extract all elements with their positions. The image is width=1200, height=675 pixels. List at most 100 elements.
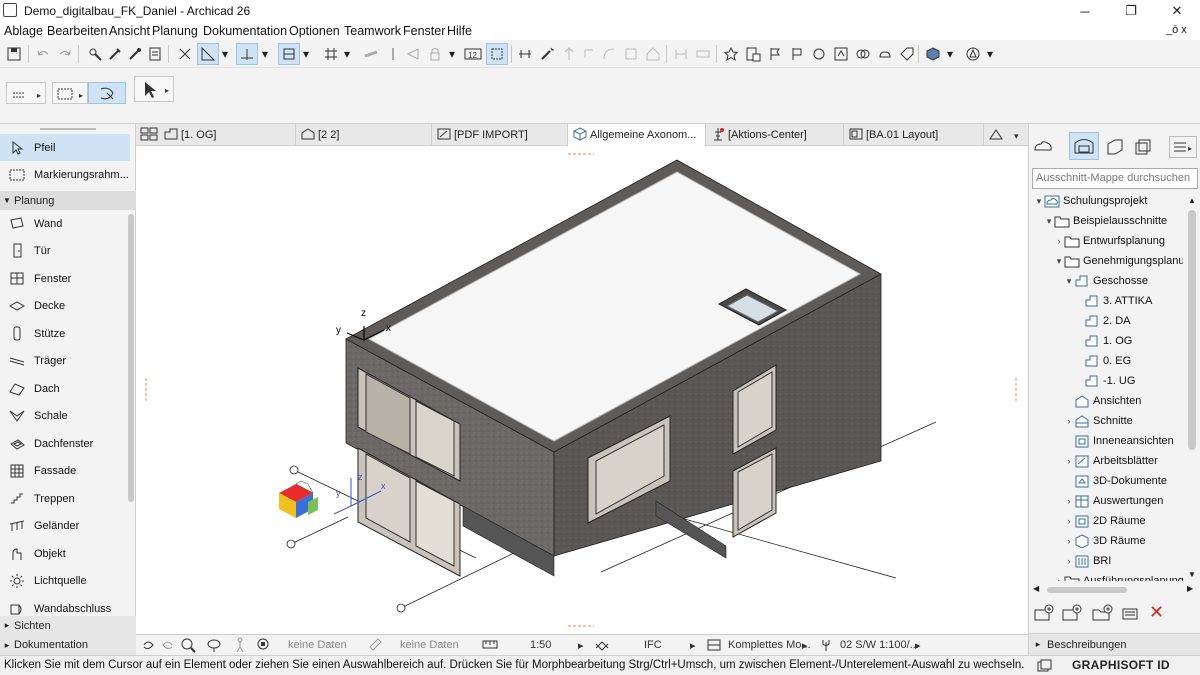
dropdown-arrow-icon[interactable]: ▾ bbox=[341, 43, 353, 65]
dropdown-arrow-icon[interactable]: ▾ bbox=[984, 43, 996, 65]
selection-method-dropdown[interactable]: ▸ bbox=[6, 82, 46, 104]
tool-slab[interactable]: Decke bbox=[0, 293, 130, 320]
layer-combo-value[interactable]: keine Daten bbox=[288, 639, 347, 651]
tree-item[interactable]: › Entwurfsplanung bbox=[1054, 231, 1165, 251]
redo-view-icon[interactable] bbox=[160, 637, 176, 656]
menu-ansicht[interactable]: Ansicht bbox=[109, 24, 150, 38]
scroll-thumb[interactable] bbox=[1188, 210, 1196, 450]
quick-selection-button[interactable] bbox=[88, 82, 126, 104]
dropdown-arrow-icon[interactable]: ▸ bbox=[690, 639, 696, 652]
menu-fenster[interactable]: Fenster bbox=[403, 24, 445, 38]
collapse-arrow-icon[interactable]: ▾ bbox=[1064, 276, 1074, 287]
rotate-icon[interactable] bbox=[578, 43, 600, 65]
distribute-icon[interactable] bbox=[670, 43, 692, 65]
tag-icon[interactable] bbox=[896, 43, 918, 65]
group-sichten[interactable]: ▸ Sichten bbox=[0, 616, 136, 635]
tree-item[interactable]: › 2D Räume bbox=[1064, 511, 1146, 531]
fit-icon[interactable] bbox=[256, 637, 272, 656]
menu-bearbeiten[interactable]: Bearbeiten bbox=[47, 24, 107, 38]
tree-scrollbar[interactable]: ▲ ▼ bbox=[1185, 194, 1199, 584]
windows-icon[interactable] bbox=[1036, 658, 1052, 675]
collapse-arrow-icon[interactable]: ▾ bbox=[1054, 256, 1064, 267]
menu-ablage[interactable]: Ablage bbox=[4, 24, 43, 38]
expand-arrow-icon[interactable]: › bbox=[1064, 516, 1074, 526]
navigator-menu-icon[interactable]: ▸ bbox=[1169, 136, 1197, 158]
tree-item[interactable]: 3D-Dokumente bbox=[1064, 471, 1167, 491]
tab-section-2-2[interactable]: [2 2] bbox=[296, 124, 432, 146]
group-planung[interactable]: ▼ Planung bbox=[0, 191, 136, 210]
flag-icon[interactable] bbox=[764, 43, 786, 65]
delete-icon[interactable]: ✕ bbox=[1149, 602, 1164, 623]
arrow-cursor-button[interactable]: ▸ bbox=[134, 76, 174, 102]
expand-arrow-icon[interactable]: › bbox=[1064, 416, 1074, 426]
scroll-right-icon[interactable]: ▶ bbox=[1187, 584, 1193, 593]
dropdown-arrow-icon[interactable]: ▸ bbox=[915, 639, 921, 652]
connect-icon[interactable] bbox=[514, 43, 536, 65]
tool-curtainwall[interactable]: Fassade bbox=[0, 458, 130, 485]
tree-item[interactable]: Inneneansichten bbox=[1064, 431, 1174, 451]
expand-arrow-icon[interactable]: › bbox=[1064, 536, 1074, 546]
expand-arrow-icon[interactable]: › bbox=[1064, 496, 1074, 506]
3d-view-icon[interactable] bbox=[922, 43, 944, 65]
settings-view-icon[interactable] bbox=[1121, 606, 1139, 625]
select-element-icon[interactable] bbox=[486, 43, 508, 65]
save-icon[interactable] bbox=[3, 43, 25, 65]
pick-up-icon[interactable] bbox=[84, 43, 106, 65]
walk-icon[interactable] bbox=[232, 637, 248, 656]
renovation-filter-value[interactable]: keine Daten bbox=[400, 639, 459, 651]
grid-icon[interactable] bbox=[320, 43, 342, 65]
new-clone-folder-icon[interactable] bbox=[1033, 604, 1055, 625]
view-map-icon[interactable] bbox=[1069, 132, 1099, 160]
restore-button[interactable]: ❐ bbox=[1108, 0, 1154, 22]
tree-item[interactable]: ▾ Genehmigungsplanun bbox=[1054, 251, 1183, 271]
marquee-type-dropdown[interactable]: ▸ bbox=[52, 82, 88, 104]
tree-item[interactable]: 0. EG bbox=[1074, 351, 1131, 371]
minimize-button[interactable]: ─ bbox=[1062, 0, 1108, 22]
tool-window[interactable]: Fenster bbox=[0, 265, 130, 292]
zoom-icon[interactable] bbox=[180, 637, 196, 656]
tree-item[interactable]: › Auswertungen bbox=[1064, 491, 1163, 511]
publish-icon[interactable] bbox=[830, 43, 852, 65]
document-window-controls[interactable]: _ō x bbox=[1166, 24, 1187, 36]
layer-combo-icon[interactable] bbox=[368, 637, 382, 654]
tab-1-og[interactable]: [1. OG] bbox=[136, 124, 296, 146]
tool-railing[interactable]: Geländer bbox=[0, 513, 130, 540]
tool-door[interactable]: Tür bbox=[0, 238, 130, 265]
tree-item[interactable]: › Schnitte bbox=[1064, 411, 1133, 431]
tool-marquee[interactable]: Markierungsrahm... bbox=[0, 161, 130, 188]
house-outline-icon[interactable] bbox=[642, 43, 664, 65]
scroll-left-icon[interactable]: ◀ bbox=[1033, 584, 1039, 593]
tree-item[interactable]: › Ausführungsplanung bbox=[1054, 571, 1183, 581]
grid-snap-icon[interactable] bbox=[278, 43, 300, 65]
trim-icon[interactable] bbox=[360, 43, 382, 65]
tool-shell[interactable]: Schale bbox=[0, 403, 130, 430]
orbit-icon[interactable] bbox=[962, 43, 984, 65]
tree-item[interactable]: ▾ Beispielausschnitte bbox=[1044, 211, 1167, 231]
lock-icon[interactable] bbox=[424, 43, 446, 65]
expand-arrow-icon[interactable]: › bbox=[1054, 576, 1064, 581]
dropdown-arrow-icon[interactable]: ▾ bbox=[944, 43, 956, 65]
tree-item[interactable]: 3. ATTIKA bbox=[1074, 291, 1152, 311]
array-icon[interactable] bbox=[692, 43, 714, 65]
new-folder-icon[interactable] bbox=[1091, 604, 1113, 625]
tree-item[interactable]: ▾ Schulungsprojekt bbox=[1034, 191, 1147, 211]
tool-wall[interactable]: Wand bbox=[0, 210, 130, 237]
tree-hscrollbar[interactable]: ◀ ▶ bbox=[1033, 584, 1193, 596]
star-icon[interactable] bbox=[720, 43, 742, 65]
tree-item[interactable]: 2. DA bbox=[1074, 311, 1131, 331]
tree-item[interactable]: ▾ Geschosse bbox=[1064, 271, 1148, 291]
scale-value[interactable]: 1:50 bbox=[530, 639, 551, 651]
inject-icon[interactable] bbox=[124, 43, 146, 65]
tool-lamp[interactable]: Lichtquelle bbox=[0, 568, 130, 595]
tab-overview-icon[interactable] bbox=[140, 127, 158, 144]
menu-planung[interactable]: Planung bbox=[152, 24, 198, 38]
hscroll-thumb[interactable] bbox=[1047, 587, 1127, 593]
tool-stair[interactable]: Treppen bbox=[0, 485, 130, 512]
tool-column[interactable]: Stütze bbox=[0, 320, 130, 347]
dimension-icon[interactable]: 12 bbox=[462, 43, 484, 65]
tool-beam[interactable]: Träger bbox=[0, 348, 130, 375]
tree-item[interactable]: › Arbeitsblätter bbox=[1064, 451, 1158, 471]
tree-item[interactable]: Ansichten bbox=[1064, 391, 1141, 411]
undo-icon[interactable] bbox=[32, 43, 54, 65]
close-window-button[interactable]: ✕ bbox=[1154, 0, 1200, 22]
